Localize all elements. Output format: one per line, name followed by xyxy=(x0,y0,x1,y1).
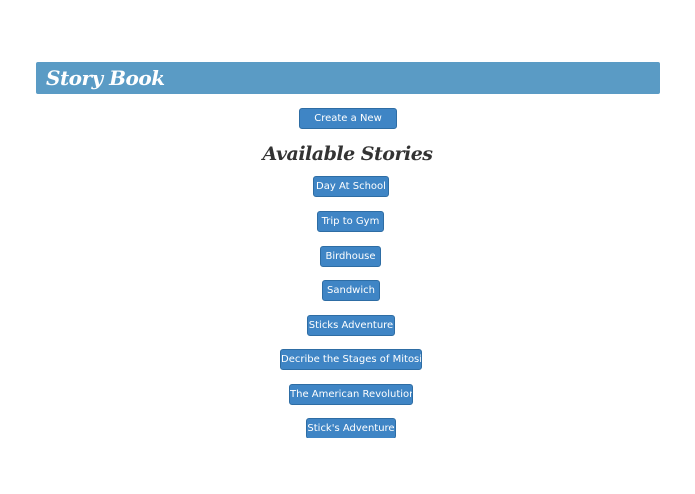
header-bar: Story Book xyxy=(36,62,660,94)
app-title: Story Book xyxy=(46,66,165,90)
story-button-day-at-school[interactable]: Day At School xyxy=(313,176,389,197)
story-button-sandwich[interactable]: Sandwich xyxy=(322,280,380,301)
story-button-american-revolution[interactable]: The American Revolution xyxy=(289,384,413,405)
create-story-button[interactable]: Create a New Story xyxy=(299,108,397,143)
story-button-sticks-adventure-2[interactable]: Stick's Adventure xyxy=(306,418,396,438)
story-list: Day At School Trip to Gym Birdhouse Sand… xyxy=(0,176,695,438)
story-button-birdhouse[interactable]: Birdhouse xyxy=(320,246,381,267)
available-stories-heading: Available Stories xyxy=(262,143,433,165)
story-button-sticks-adventure[interactable]: Sticks Adventure xyxy=(307,315,395,336)
story-button-mitosis[interactable]: Decribe the Stages of Mitosis xyxy=(280,349,422,370)
story-button-trip-to-gym[interactable]: Trip to Gym xyxy=(317,211,384,232)
